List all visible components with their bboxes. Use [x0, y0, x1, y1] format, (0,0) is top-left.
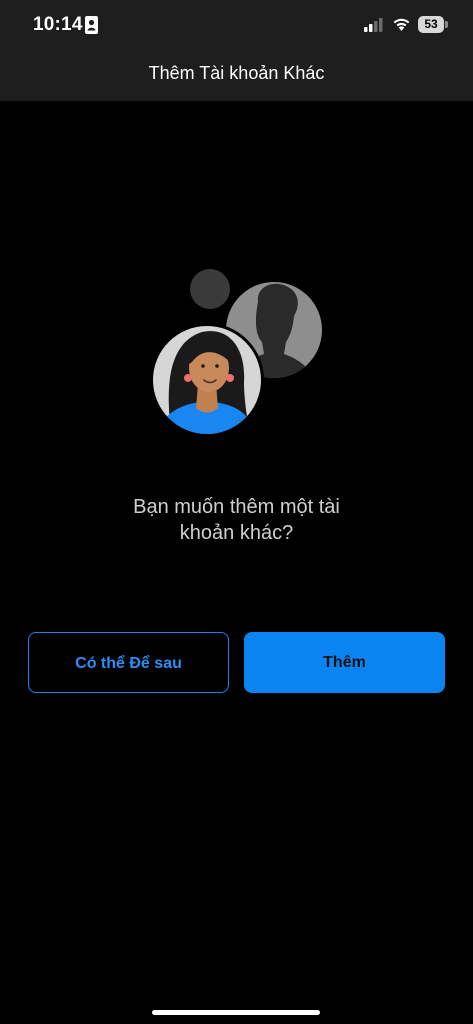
cellular-signal-icon [364, 18, 384, 37]
battery-level: 53 [418, 16, 444, 33]
wifi-icon [392, 16, 411, 36]
maybe-later-button[interactable]: Có thể Để sau [28, 632, 229, 693]
status-bar: 10:14 53 [0, 0, 473, 52]
add-account-prompt: Bạn muốn thêm một tài khoản khác? [133, 496, 340, 544]
page-title: Thêm Tài khoản Khác [148, 63, 325, 83]
status-time: 10:14 [33, 14, 83, 35]
home-indicator[interactable] [152, 1010, 320, 1015]
battery-cap [445, 21, 448, 28]
accounts-avatars-illustration [140, 262, 340, 442]
top-bar: 10:14 53 Thêm Tài khoản Khác [0, 0, 473, 101]
battery-icon: 53 [418, 16, 448, 33]
contact-card-icon [85, 16, 98, 34]
add-button[interactable]: Thêm [244, 632, 445, 693]
